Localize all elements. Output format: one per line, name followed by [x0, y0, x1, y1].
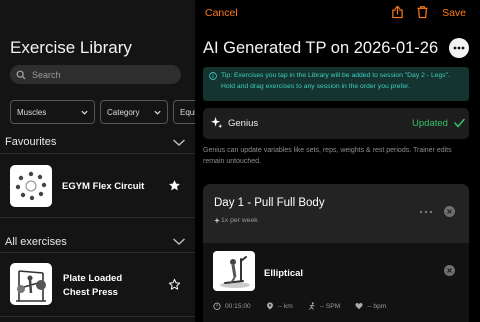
save-button[interactable]: Save	[442, 7, 466, 19]
stride-icon	[308, 302, 315, 310]
genius-description: Genius can update variables like sets, r…	[203, 147, 452, 165]
divider	[0, 316, 195, 317]
genius-row[interactable]: Genius Updated	[203, 108, 469, 139]
remove-session-button[interactable]	[444, 206, 455, 217]
bpm-stat[interactable]: -- bpm	[355, 302, 386, 310]
session-exercise-item[interactable]: Elliptical 00:15:00 -- km -- SPM -- bpm	[203, 243, 469, 322]
exercise-name-line2: Chest Press	[63, 287, 118, 298]
plate-loaded-chest-press-thumbnail	[10, 263, 52, 305]
elliptical-thumbnail	[213, 251, 255, 291]
remove-exercise-button[interactable]	[444, 265, 455, 276]
checkmark-icon	[454, 118, 465, 128]
favourite-star-outline-icon[interactable]	[168, 278, 181, 291]
chevron-down-icon	[81, 110, 88, 115]
muscles-filter-label: Muscles	[17, 107, 47, 117]
distance-stat[interactable]: -- km	[266, 302, 293, 310]
info-icon	[209, 72, 217, 80]
close-icon	[447, 209, 452, 214]
exercise-library-panel: Exercise Library Muscles Category Equi F…	[0, 0, 195, 322]
equipment-filter[interactable]: Equi	[173, 100, 195, 124]
divider	[0, 217, 195, 218]
search-field[interactable]	[10, 65, 181, 84]
close-icon	[447, 268, 452, 273]
favourite-star-filled-icon[interactable]	[168, 179, 181, 192]
session-exercise-name: Elliptical	[264, 268, 304, 279]
sparkle-small-icon	[214, 217, 220, 224]
plan-title: AI Generated TP on 2026-01-26	[203, 39, 439, 57]
favourites-heading: Favourites	[5, 136, 57, 148]
divider	[0, 252, 195, 253]
divider	[0, 153, 195, 154]
heart-icon	[355, 302, 363, 310]
session-card: Day 1 - Pull Full Body 1x per week Ellip…	[203, 184, 469, 322]
exercise-name[interactable]: EGYM Flex Circuit	[62, 180, 144, 194]
trash-icon[interactable]	[416, 5, 429, 19]
spm-stat[interactable]: -- SPM	[308, 302, 341, 310]
cancel-button[interactable]: Cancel	[205, 7, 238, 19]
ellipsis-icon	[453, 46, 465, 50]
duration-value: 00:15:00	[225, 302, 251, 310]
genius-status: Updated	[412, 118, 448, 129]
all-exercises-heading: All exercises	[5, 236, 67, 248]
exercise-stats: 00:15:00 -- km -- SPM -- bpm	[213, 302, 463, 310]
genius-label: Genius	[228, 118, 259, 129]
exercise-name-line1: Plate Loaded	[63, 273, 123, 284]
category-filter-label: Category	[107, 107, 140, 117]
search-icon	[16, 70, 26, 79]
tip-text: Tip: Exercises you tap in the Library wi…	[221, 72, 450, 90]
egym-flex-circuit-thumbnail	[10, 165, 52, 207]
distance-value: -- km	[277, 302, 293, 310]
location-pin-icon	[266, 302, 273, 310]
spm-value: -- SPM	[319, 302, 341, 310]
session-title[interactable]: Day 1 - Pull Full Body	[214, 197, 325, 209]
favourites-collapse-chevron-icon[interactable]	[172, 138, 186, 147]
exercise-name[interactable]: Plate Loaded Chest Press	[63, 272, 122, 300]
timer-icon	[213, 302, 221, 310]
category-filter[interactable]: Category	[100, 100, 168, 124]
search-input[interactable]	[32, 69, 172, 80]
library-title: Exercise Library	[10, 38, 132, 57]
session-frequency: 1x per week	[221, 217, 258, 224]
sparkle-icon	[210, 116, 223, 129]
share-icon[interactable]	[391, 5, 404, 19]
equipment-filter-label: Equi	[180, 107, 195, 117]
more-options-button[interactable]	[449, 38, 469, 58]
training-plan-panel: Cancel Save AI Generated TP on 2026-01-2…	[195, 0, 480, 322]
drag-dots-icon[interactable]	[419, 210, 433, 214]
duration-stat[interactable]: 00:15:00	[213, 302, 251, 310]
all-exercises-collapse-chevron-icon[interactable]	[172, 237, 186, 246]
tip-banner: Tip: Exercises you tap in the Library wi…	[203, 67, 469, 101]
bpm-value: -- bpm	[367, 302, 387, 310]
muscles-filter[interactable]: Muscles	[10, 100, 95, 124]
chevron-down-icon	[154, 110, 161, 115]
